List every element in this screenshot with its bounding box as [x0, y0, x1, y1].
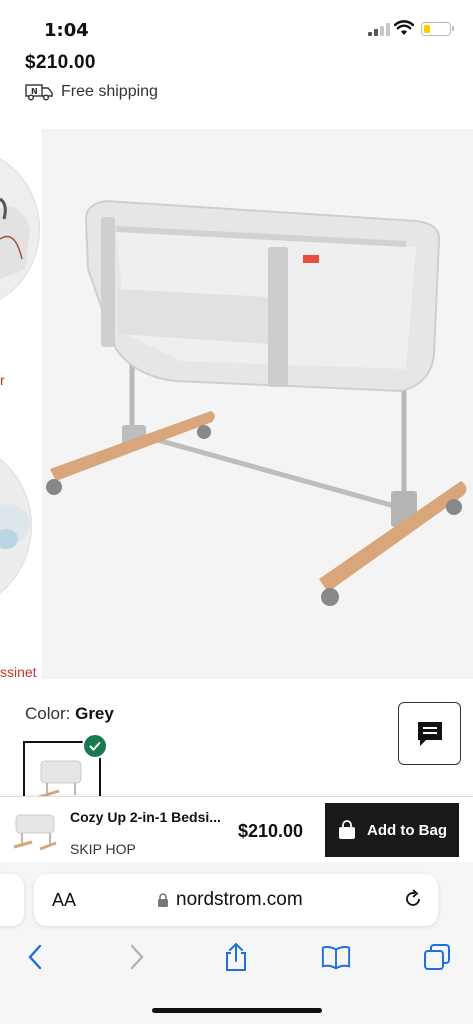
sticky-product-thumbnail: [13, 814, 57, 851]
share-icon: [226, 942, 246, 971]
wifi-icon: [394, 20, 414, 35]
back-button[interactable]: [20, 942, 50, 972]
book-icon: [321, 946, 351, 970]
delivery-truck-icon: N: [25, 84, 53, 101]
chat-button[interactable]: [398, 702, 461, 765]
sticky-product-name: Cozy Up 2-in-1 Bedsi...: [70, 809, 221, 825]
bassinet-lifestyle-thumbnail: [0, 197, 30, 279]
url-display[interactable]: nordstrom.com: [157, 889, 303, 911]
shipping-label: Free shipping: [61, 83, 158, 100]
cellular-signal-icon: [368, 22, 390, 36]
product-image[interactable]: [46, 129, 473, 679]
thumbnail-caption: ssinet: [0, 664, 37, 679]
bassinet-top-thumbnail: [0, 504, 30, 549]
battery-icon: [421, 22, 454, 36]
sticky-product-brand: SKIP HOP: [70, 841, 136, 857]
gallery-previous-image[interactable]: r ssinet: [0, 129, 42, 679]
previous-tab-preview[interactable]: [0, 874, 24, 926]
forward-button[interactable]: [122, 942, 152, 972]
reader-settings-button[interactable]: AA: [52, 890, 76, 911]
home-indicator: [152, 1008, 322, 1013]
bedside-bassinet-illustration: [46, 199, 467, 606]
svg-text:N: N: [31, 87, 38, 96]
sticky-product-price: $210.00: [238, 821, 304, 841]
product-gallery[interactable]: r ssinet: [0, 129, 473, 679]
chat-icon: [417, 721, 442, 746]
bookmarks-button[interactable]: [321, 942, 351, 972]
shipping-info: N Free shipping: [25, 82, 158, 102]
selected-check-icon: [82, 733, 108, 759]
color-label: Color:: [25, 704, 71, 723]
browser-toolbar: AA nordstrom.com: [0, 862, 473, 1024]
shopping-bag-icon: [339, 820, 355, 839]
add-to-bag-button[interactable]: Add to Bag: [325, 803, 459, 857]
chevron-left-icon: [28, 944, 42, 970]
tabs-button[interactable]: [422, 942, 452, 972]
color-selector-label: Color: Grey: [25, 704, 114, 724]
sticky-add-to-bag-bar: Cozy Up 2-in-1 Bedsi... SKIP HOP $210.00…: [0, 796, 473, 862]
status-bar: 1:04: [0, 0, 473, 50]
selected-color-value: Grey: [75, 704, 114, 723]
chevron-right-icon: [130, 944, 144, 970]
lock-icon: [158, 892, 168, 907]
add-to-bag-label: Add to Bag: [367, 821, 447, 839]
share-button[interactable]: [221, 942, 251, 972]
tabs-icon: [424, 944, 450, 970]
url-text: nordstrom.com: [176, 889, 303, 910]
thumbnail-caption: r: [0, 372, 5, 388]
address-bar[interactable]: AA nordstrom.com: [34, 874, 438, 926]
clock: 1:04: [44, 20, 89, 41]
reload-icon[interactable]: [402, 888, 424, 910]
product-price: $210.00: [25, 52, 96, 73]
